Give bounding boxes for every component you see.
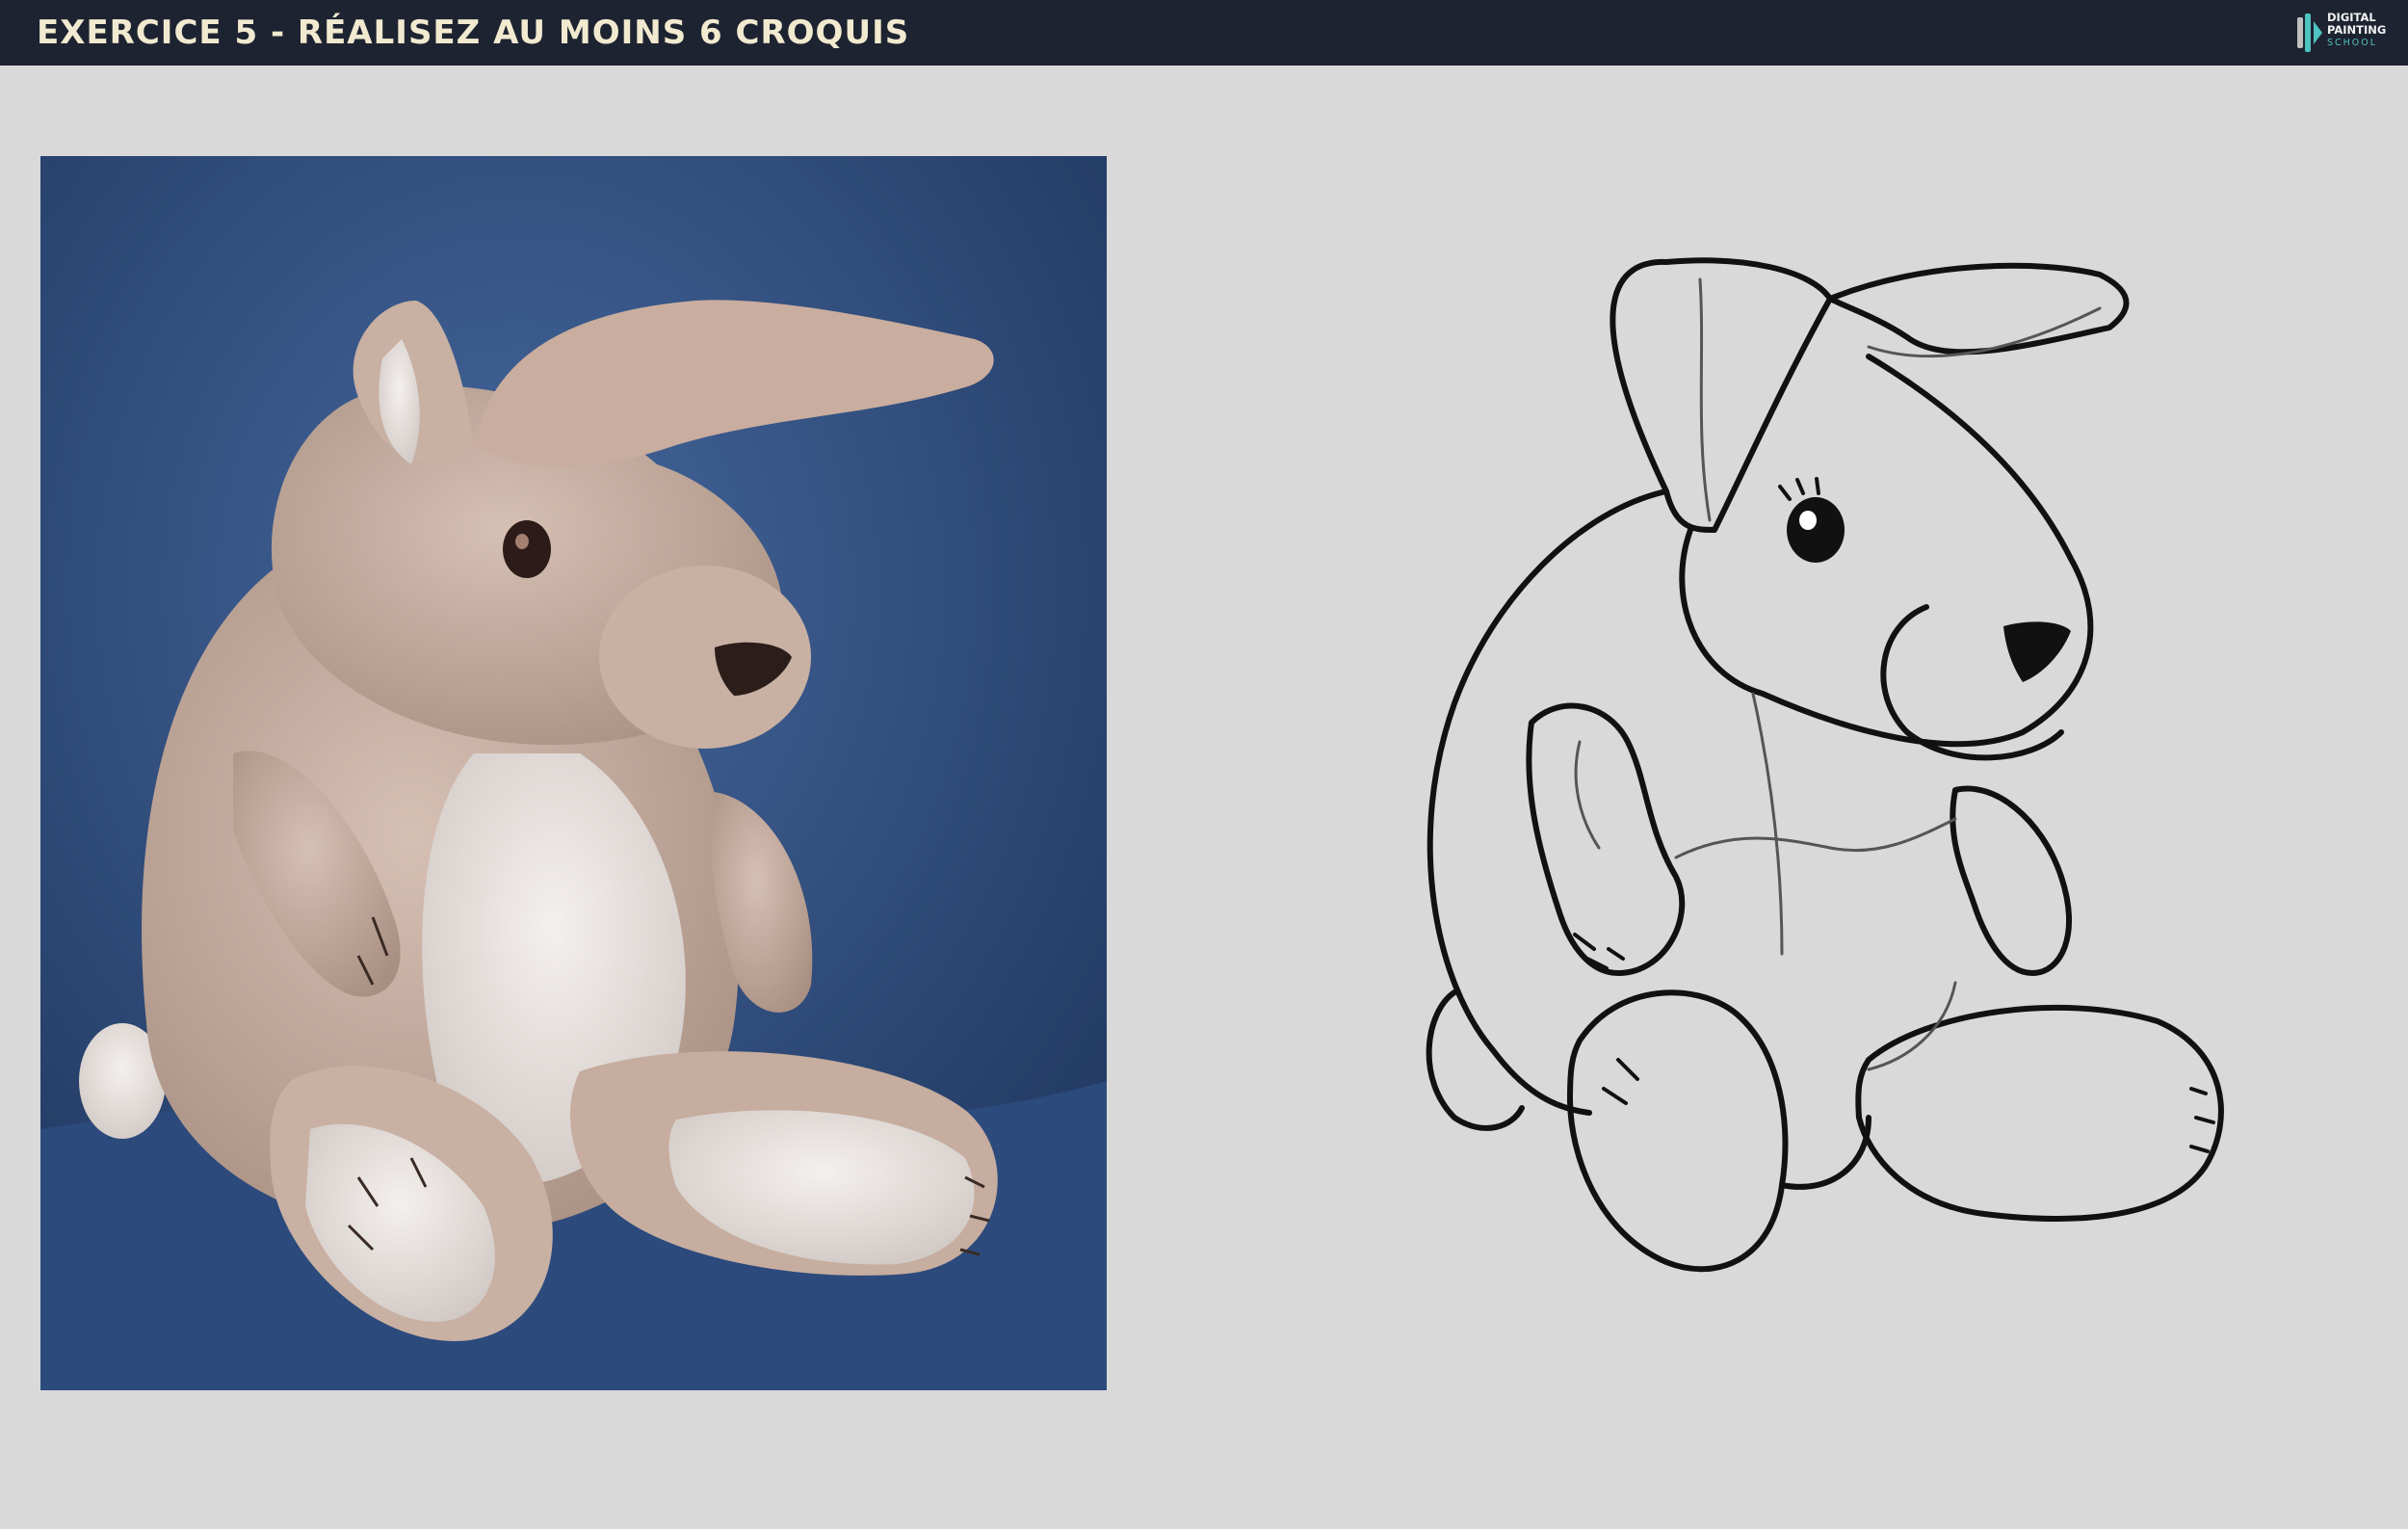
top-bar: EXERCICE 5 - RÉALISEZ AU MOINS 6 CROQUIS… xyxy=(0,0,2408,66)
logo-line-painting: PAINTING xyxy=(2327,23,2387,37)
reference-photo xyxy=(40,156,1107,1390)
logo-text: DIGITAL PAINTING SCHOOL xyxy=(2327,12,2386,49)
plush-rabbit-photo xyxy=(40,156,1107,1390)
logo-line-school: SCHOOL xyxy=(2327,38,2378,48)
exercise-title: EXERCICE 5 - RÉALISEZ AU MOINS 6 CROQUIS xyxy=(37,13,910,52)
rabbit-line-drawing xyxy=(1426,257,2224,1273)
line-sketch xyxy=(1329,241,2341,1368)
brush-logo-icon xyxy=(2297,13,2322,52)
dps-logo: DIGITAL PAINTING SCHOOL xyxy=(2294,10,2395,56)
